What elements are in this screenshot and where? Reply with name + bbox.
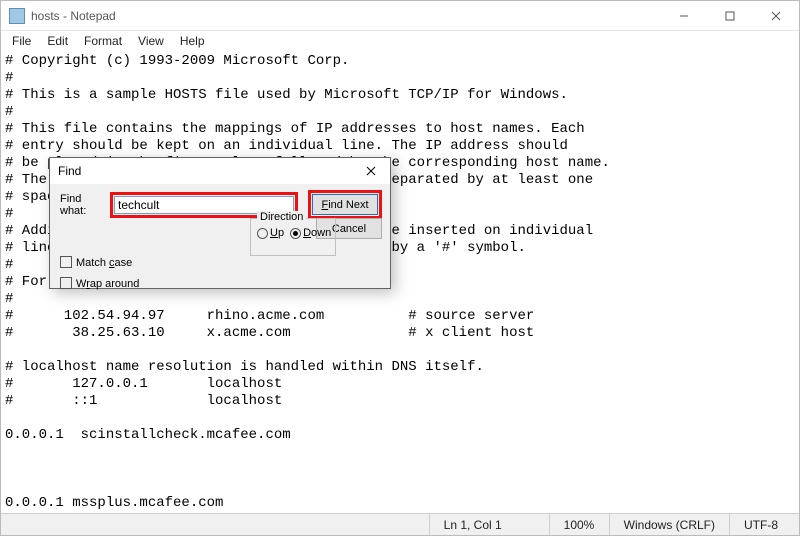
menubar: File Edit Format View Help [1, 31, 799, 51]
match-case-checkbox[interactable]: Match case [60, 256, 139, 269]
menu-help[interactable]: Help [173, 32, 212, 50]
menu-file[interactable]: File [5, 32, 38, 50]
status-zoom: 100% [549, 514, 609, 535]
direction-group: Direction Up Down [250, 218, 336, 256]
statusbar: Ln 1, Col 1 100% Windows (CRLF) UTF-8 [1, 513, 799, 535]
titlebar: hosts - Notepad [1, 1, 799, 31]
status-position: Ln 1, Col 1 [429, 514, 549, 535]
find-what-label: Find what: [60, 193, 104, 217]
find-dialog: Find Find what: Find Next Cancel Directi… [49, 157, 391, 289]
maximize-button[interactable] [707, 1, 753, 31]
find-next-highlight: Find Next [308, 190, 382, 219]
find-dialog-title: Find [58, 164, 81, 178]
status-encoding: UTF-8 [729, 514, 799, 535]
find-dialog-titlebar: Find [50, 158, 390, 184]
find-close-button[interactable] [358, 160, 384, 182]
menu-edit[interactable]: Edit [40, 32, 75, 50]
menu-format[interactable]: Format [77, 32, 129, 50]
direction-up-radio[interactable]: Up [257, 227, 284, 239]
direction-label: Direction [257, 211, 306, 223]
close-button[interactable] [753, 1, 799, 31]
direction-down-radio[interactable]: Down [290, 227, 331, 239]
status-line-ending: Windows (CRLF) [609, 514, 729, 535]
notepad-icon [9, 8, 25, 24]
menu-view[interactable]: View [131, 32, 171, 50]
window-title: hosts - Notepad [31, 9, 116, 23]
minimize-button[interactable] [661, 1, 707, 31]
find-next-button[interactable]: Find Next [312, 194, 378, 215]
wrap-around-checkbox[interactable]: Wrap around [60, 277, 139, 290]
